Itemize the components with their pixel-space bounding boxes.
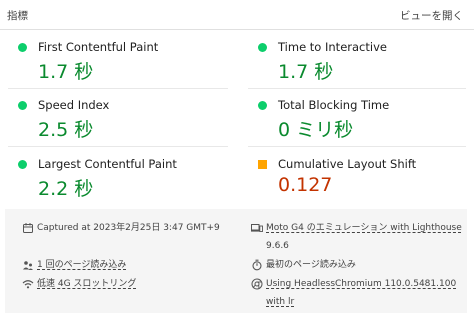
metric-label: Speed Index bbox=[38, 98, 110, 112]
people-icon bbox=[23, 261, 33, 270]
devices-icon bbox=[251, 224, 263, 232]
metric-value: 2.5 秒 bbox=[38, 119, 94, 141]
metric-total-blocking-time: Total Blocking Time 0 ミリ秒 bbox=[248, 98, 468, 156]
metrics-header: 指標 ビューを開く bbox=[0, 0, 474, 30]
emulation-link[interactable]: Moto G4 のエミュレーション with Lighthouse bbox=[266, 222, 462, 234]
metric-label: Largest Contentful Paint bbox=[38, 157, 177, 171]
throttling-link[interactable]: 低速 4G スロットリング bbox=[37, 278, 136, 290]
open-view-link[interactable]: ビューを開く bbox=[400, 8, 463, 23]
metric-label: Cumulative Layout Shift bbox=[278, 157, 417, 171]
pass-indicator-icon bbox=[258, 43, 267, 52]
runtime-settings-footer: Captured at 2023年2月25日 3:47 GMT+9 1 回のペー… bbox=[5, 209, 467, 313]
metric-time-to-interactive: Time to Interactive 1.7 秒 bbox=[248, 40, 468, 98]
page-load-link[interactable]: 1 回のページ読み込み bbox=[37, 259, 126, 271]
pass-indicator-icon bbox=[18, 101, 27, 110]
metric-value: 2.2 秒 bbox=[38, 178, 94, 200]
metric-label: Total Blocking Time bbox=[278, 98, 390, 112]
captured-at-text: Captured at 2023年2月25日 3:47 GMT+9 bbox=[37, 223, 220, 233]
divider bbox=[8, 146, 228, 147]
timer-icon bbox=[252, 259, 262, 271]
metric-cumulative-layout-shift: Cumulative Layout Shift 0.127 bbox=[248, 157, 468, 215]
metric-label: First Contentful Paint bbox=[38, 40, 159, 54]
divider bbox=[248, 88, 466, 89]
metrics-title: 指標 bbox=[7, 10, 28, 22]
metric-value: 0 ミリ秒 bbox=[278, 119, 354, 141]
divider bbox=[248, 146, 466, 147]
metric-largest-contentful-paint: Largest Contentful Paint 2.2 秒 bbox=[8, 157, 228, 215]
metric-value: 1.7 秒 bbox=[278, 61, 334, 83]
calendar-icon bbox=[23, 223, 33, 233]
pass-indicator-icon bbox=[18, 160, 27, 169]
metric-label: Time to Interactive bbox=[278, 40, 387, 54]
divider bbox=[8, 88, 228, 89]
pass-indicator-icon bbox=[258, 101, 267, 110]
initial-load-text: 最初のページ読み込み bbox=[266, 260, 356, 270]
metric-value: 1.7 秒 bbox=[38, 61, 94, 83]
metric-first-contentful-paint: First Contentful Paint 1.7 秒 bbox=[8, 40, 228, 98]
browser-link-continued[interactable]: with lr bbox=[266, 296, 294, 308]
wifi-icon bbox=[22, 280, 34, 289]
chrome-icon bbox=[251, 278, 263, 290]
pass-indicator-icon bbox=[18, 43, 27, 52]
emulation-version: 9.6.6 bbox=[266, 241, 289, 251]
browser-link[interactable]: Using HeadlessChromium 110.0.5481.100 bbox=[266, 278, 456, 290]
metric-value: 0.127 bbox=[278, 174, 333, 196]
average-indicator-icon bbox=[258, 160, 267, 169]
metric-speed-index: Speed Index 2.5 秒 bbox=[8, 98, 228, 156]
